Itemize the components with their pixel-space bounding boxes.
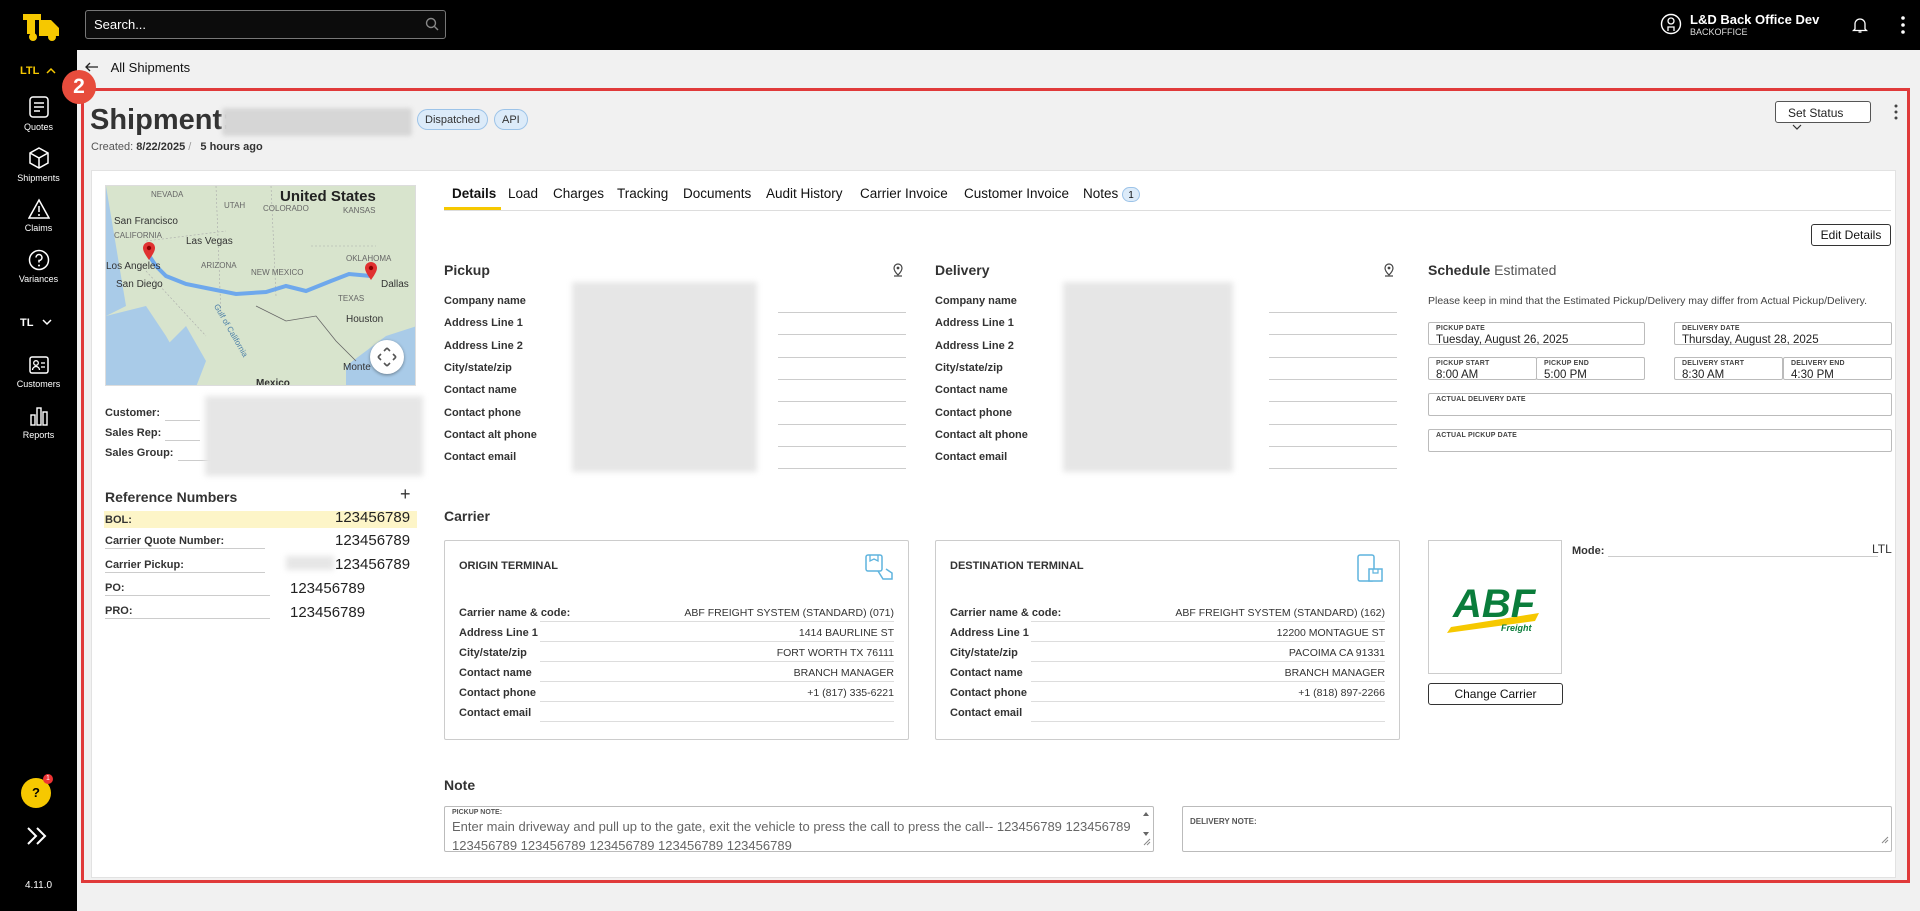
expand-sidebar-icon[interactable] xyxy=(26,826,50,851)
bar-chart-icon xyxy=(29,407,48,426)
sidebar-item-customers[interactable]: Customers xyxy=(0,354,77,389)
back-link-label: All Shipments xyxy=(110,60,191,75)
more-menu-icon[interactable] xyxy=(1900,15,1906,40)
chevron-up-icon xyxy=(46,67,56,74)
search-placeholder: Search... xyxy=(94,17,147,32)
sidebar-item-label: Customers xyxy=(16,379,61,389)
mode-ltl-label: LTL xyxy=(20,65,40,77)
account-name: L&D Back Office Dev xyxy=(1690,12,1820,27)
id-card-icon xyxy=(28,356,49,374)
sidebar-item-label: Reports xyxy=(22,430,55,440)
sidebar-item-label: Claims xyxy=(24,223,53,233)
sidebar-item-label: Shipments xyxy=(17,173,60,183)
question-circle-icon xyxy=(28,249,49,271)
back-link[interactable]: All Shipments xyxy=(85,60,190,75)
mode-tl-toggle[interactable]: TL xyxy=(20,317,52,329)
sidebar-item-quotes[interactable]: Quotes xyxy=(0,95,77,132)
top-bar: Search... L&D Back Office Dev BACKOFFICE xyxy=(0,0,1920,50)
annotation-badge: 2 xyxy=(62,70,96,104)
highlight-frame xyxy=(81,88,1910,883)
sidebar-item-label: Variances xyxy=(18,274,59,284)
mode-ltl-toggle[interactable]: LTL xyxy=(20,65,56,77)
warning-icon xyxy=(27,198,50,219)
help-badge: 1 xyxy=(43,774,53,784)
chevron-down-icon xyxy=(42,319,52,326)
sidebar-item-claims[interactable]: Claims xyxy=(0,198,77,233)
sidebar-item-reports[interactable]: Reports xyxy=(0,405,77,440)
quotes-icon xyxy=(28,96,49,118)
account-role: BACKOFFICE xyxy=(1690,27,1748,37)
app-version: 4.11.0 xyxy=(24,880,53,891)
account-menu[interactable]: L&D Back Office Dev BACKOFFICE xyxy=(1660,11,1830,39)
sidebar-item-shipments[interactable]: Shipments xyxy=(0,146,77,183)
app-logo-icon[interactable] xyxy=(20,10,60,41)
mode-tl-label: TL xyxy=(20,317,34,329)
box-icon xyxy=(28,147,49,169)
sidebar-item-variances[interactable]: Variances xyxy=(0,249,77,284)
search-icon[interactable] xyxy=(425,17,439,36)
sidebar-item-label: Quotes xyxy=(23,122,54,132)
user-avatar-icon xyxy=(1660,13,1682,40)
bell-icon[interactable] xyxy=(1851,16,1869,39)
search-input[interactable]: Search... xyxy=(85,10,446,39)
